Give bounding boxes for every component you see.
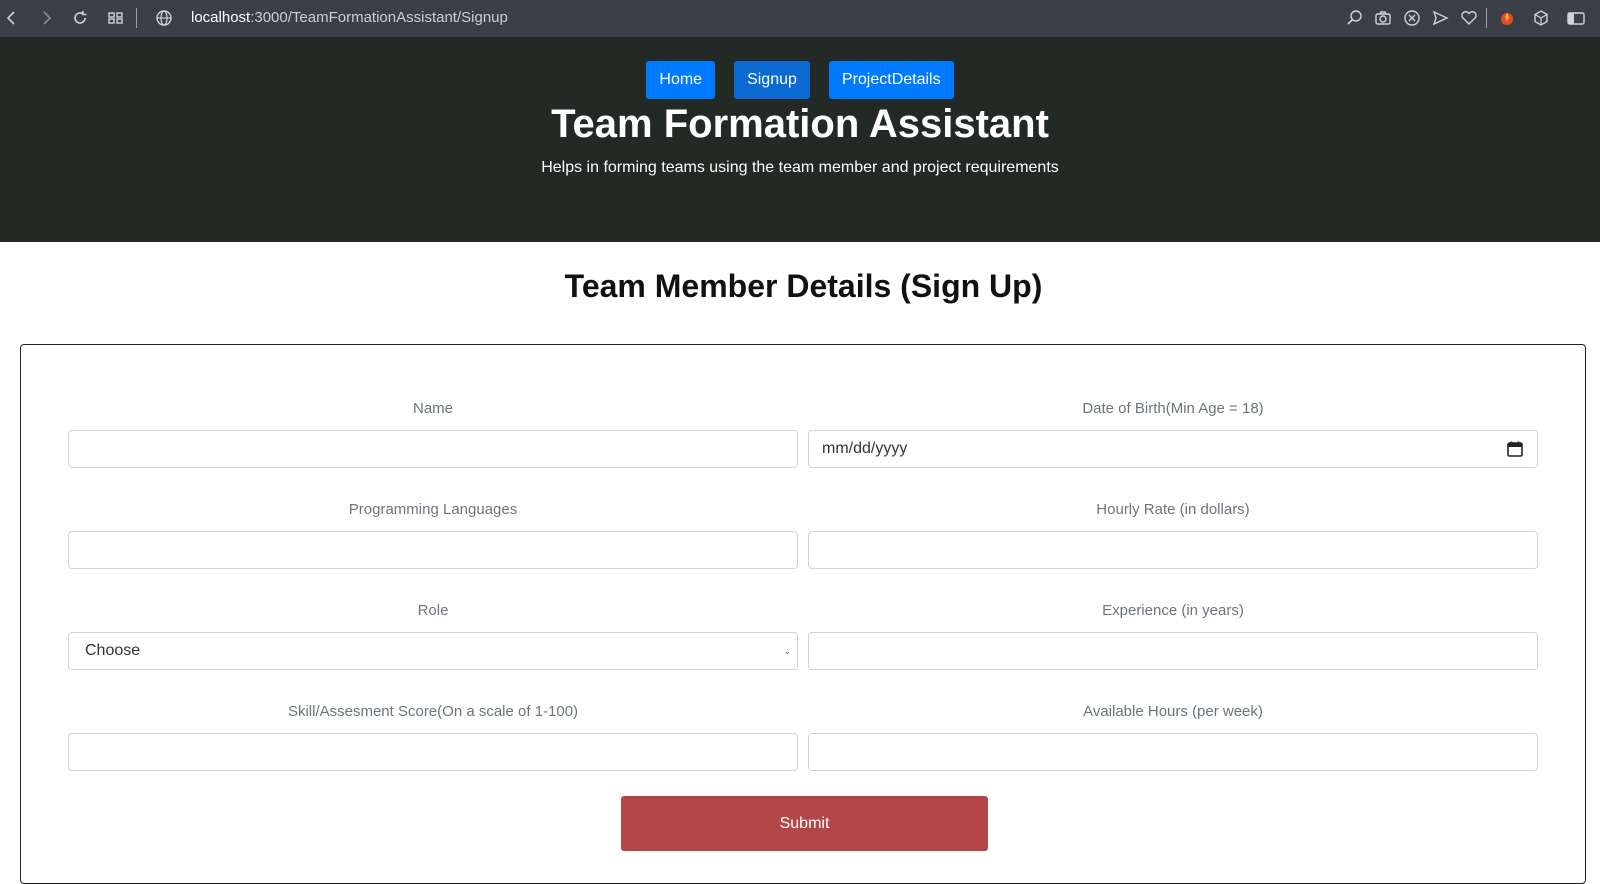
available-hours-label: Available Hours (per week) (1083, 703, 1263, 720)
hourly-rate-label: Hourly Rate (in dollars) (1096, 501, 1250, 518)
toolbar-divider (136, 8, 137, 28)
back-icon[interactable] (2, 8, 22, 28)
name-label: Name (412, 400, 453, 417)
nav-signup-button[interactable]: Signup (734, 61, 810, 99)
cube-icon[interactable] (1531, 8, 1551, 28)
submit-button[interactable]: Submit (621, 796, 988, 851)
page-title: Team Member Details (Sign Up) (564, 268, 1043, 304)
extension-flame-icon[interactable] (1497, 8, 1517, 28)
languages-input[interactable] (68, 531, 798, 569)
block-icon[interactable] (1402, 8, 1422, 28)
top-nav: Home Signup ProjectDetails (0, 61, 1600, 99)
name-input[interactable] (68, 430, 798, 468)
dob-date-input[interactable]: mm/dd/yyyy (808, 430, 1538, 468)
heart-icon[interactable] (1459, 8, 1479, 28)
languages-label: Programming Languages (348, 501, 518, 518)
url-host: localhost (191, 9, 251, 26)
calendar-icon[interactable] (1506, 440, 1524, 458)
reload-icon[interactable] (70, 8, 90, 28)
header-jumbotron: Home Signup ProjectDetails Team Formatio… (0, 37, 1600, 242)
hourly-rate-input[interactable] (808, 531, 1538, 569)
dob-placeholder: mm/dd/yyyy (822, 440, 908, 457)
chevron-down-icon: ⌄ (783, 645, 791, 656)
zoom-icon[interactable] (1345, 8, 1365, 28)
site-subtitle: Helps in forming teams using the team me… (541, 159, 1059, 176)
role-selected-value: Choose (85, 642, 141, 659)
forward-icon[interactable] (36, 8, 56, 28)
globe-icon (154, 8, 174, 28)
experience-input[interactable] (808, 632, 1538, 670)
signup-form: Name Date of Birth(Min Age = 18) mm/dd/y… (20, 344, 1586, 884)
experience-label: Experience (in years) (1102, 602, 1244, 619)
camera-icon[interactable] (1373, 8, 1393, 28)
available-hours-input[interactable] (808, 733, 1538, 771)
address-bar[interactable]: localhost:3000/TeamFormationAssistant/Si… (191, 7, 508, 29)
role-select[interactable]: Choose ⌄ (68, 632, 798, 670)
skill-score-label: Skill/Assesment Score(On a scale of 1-10… (287, 703, 579, 720)
site-title: Team Formation Assistant (551, 102, 1049, 146)
nav-projectdetails-button[interactable]: ProjectDetails (828, 61, 954, 99)
browser-toolbar: localhost:3000/TeamFormationAssistant/Si… (0, 0, 1600, 37)
nav-home-button[interactable]: Home (646, 61, 716, 99)
tabs-grid-icon[interactable] (106, 8, 126, 28)
send-icon[interactable] (1430, 8, 1450, 28)
dob-label: Date of Birth(Min Age = 18) (1082, 400, 1264, 417)
sidebar-toggle-icon[interactable] (1566, 8, 1586, 28)
skill-score-input[interactable] (68, 733, 798, 771)
url-path: :3000/TeamFormationAssistant/Signup (250, 9, 508, 26)
role-label: Role (417, 602, 449, 619)
toolbar-divider-right (1486, 8, 1487, 28)
